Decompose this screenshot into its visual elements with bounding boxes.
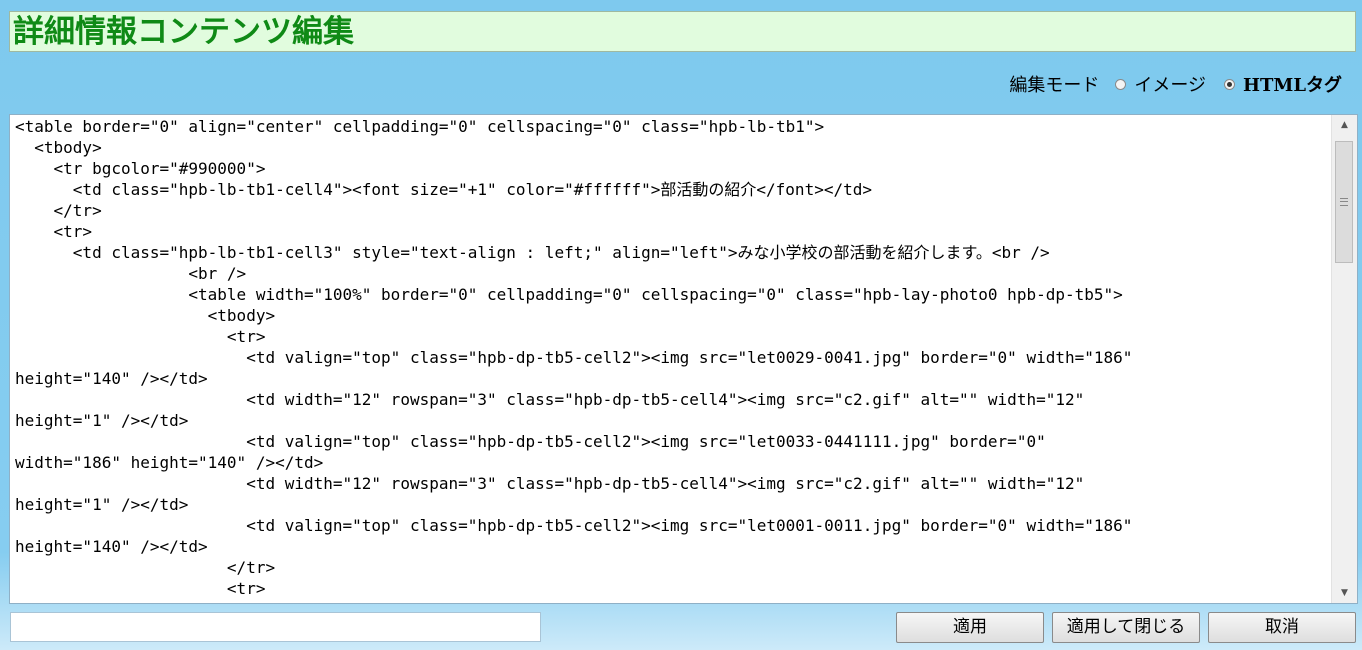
apply-and-close-button[interactable]: 適用して閉じる	[1052, 612, 1200, 643]
title-bar: 詳細情報コンテンツ編集	[9, 11, 1356, 52]
grip-icon	[1340, 198, 1348, 206]
scroll-down-arrow-icon[interactable]: ▼	[1332, 583, 1357, 603]
mode-option-image[interactable]: イメージ	[1115, 71, 1206, 97]
vertical-scrollbar[interactable]: ▲ ▼	[1331, 115, 1357, 603]
scrollbar-thumb[interactable]	[1335, 141, 1353, 263]
cancel-button[interactable]: 取消	[1208, 612, 1356, 643]
html-code-textarea[interactable]: <table border="0" align="center" cellpad…	[10, 115, 1331, 603]
page-title: 詳細情報コンテンツ編集	[13, 14, 354, 50]
edit-mode-label: 編集モード	[1009, 75, 1100, 96]
html-mode-radio[interactable]	[1224, 78, 1236, 90]
edit-mode-selector: 編集モード イメージ HTMLタグ	[1009, 71, 1342, 97]
mode-option-html[interactable]: HTMLタグ	[1224, 71, 1342, 97]
status-input[interactable]	[10, 612, 541, 642]
image-mode-radio[interactable]	[1115, 78, 1127, 90]
html-mode-label: HTMLタグ	[1243, 75, 1342, 96]
apply-button[interactable]: 適用	[896, 612, 1044, 643]
scroll-up-arrow-icon[interactable]: ▲	[1332, 115, 1357, 135]
html-editor: <table border="0" align="center" cellpad…	[9, 114, 1358, 604]
image-mode-label: イメージ	[1134, 75, 1207, 96]
